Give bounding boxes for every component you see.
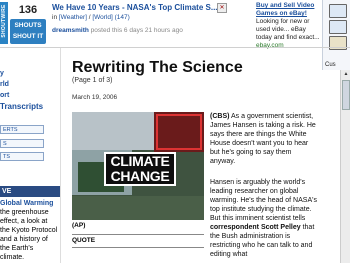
p1-text: As a government scientist, James Hansen … (210, 113, 316, 165)
username-link[interactable]: dreamsmith (52, 27, 89, 34)
photo-ground (72, 196, 204, 220)
global-warming-text: the greenhouse effect, a look at the Kyo… (0, 209, 58, 261)
ad-body: Looking for new or used vide... eBay tod… (256, 18, 320, 41)
meta-in: in (52, 14, 58, 21)
global-warming-blurb: Global Warming the greenhouse effect, a … (0, 199, 58, 262)
source-label: (CBS) (210, 113, 230, 120)
close-icon[interactable]: ✕ (217, 3, 227, 13)
story-user-line: dreamsmith posted this 6 days 21 hours a… (52, 27, 183, 34)
search-icon[interactable] (329, 4, 347, 18)
side-tab-label: SHOUTWIRE (1, 4, 7, 38)
climate-change-logo: CLIMATE CHANGE (104, 152, 176, 186)
article-page-info: (Page 1 of 3) (72, 77, 113, 84)
transcripts-heading[interactable]: Transcripts (0, 102, 43, 111)
ad-title[interactable]: Buy and Sell Video Games on eBay! (256, 2, 320, 18)
posted-time: posted this 6 days 21 hours ago (90, 27, 183, 34)
sidebar-section-header: VE (0, 186, 60, 197)
sidebar-box-3[interactable]: TS (0, 152, 44, 161)
p2-text-a: Hansen is arguably the world's leading r… (210, 179, 317, 222)
story-title-link[interactable]: We Have 10 Years - NASA's Top Climate S.… (52, 3, 218, 12)
sidebar-item-3[interactable]: ort (0, 92, 9, 99)
article-title: Rewriting The Science (72, 59, 243, 76)
left-sidebar: y rld ort Transcripts ERTS S TS VE Globa… (0, 48, 61, 263)
article-paragraph-2: Hansen is arguably the world's leading r… (210, 178, 318, 259)
article-main: Rewriting The Science (Page 1 of 3) Marc… (62, 48, 322, 263)
correspondent-name: correspondent Scott Pelley (210, 224, 301, 231)
sidebar-box-2[interactable]: S (0, 139, 44, 148)
shoutwire-bar: SHOUTWIRE 136 SHOUTS SHOUT IT We Have 10 … (0, 0, 350, 49)
story-meta: in [Weather] / [World] (147) (52, 14, 130, 21)
customize-label[interactable]: Cus (325, 62, 336, 68)
sponsored-ad[interactable]: Buy and Sell Video Games on eBay! Lookin… (256, 2, 320, 50)
shoutwire-side-tab[interactable]: SHOUTWIRE (0, 2, 8, 44)
scrollbar-thumb[interactable] (342, 80, 350, 110)
browser-side-toolbar (322, 0, 350, 70)
sidebar-box-1[interactable]: ERTS (0, 125, 44, 134)
vote-count: 136 (10, 2, 46, 18)
vertical-scrollbar[interactable]: ▲ (340, 70, 350, 263)
article-paragraph-1: (CBS) As a government scientist, James H… (210, 112, 318, 166)
photo-red-grid (156, 114, 202, 150)
category-world-link[interactable]: [World] (92, 14, 112, 21)
category-weather-link[interactable]: [Weather] (59, 14, 87, 21)
article-date: March 19, 2006 (72, 94, 118, 101)
logo-text-1: CLIMATE (110, 153, 170, 169)
scroll-up-arrow-icon[interactable]: ▲ (342, 70, 350, 78)
vote-box: 136 SHOUTS SHOUT IT (10, 2, 46, 44)
logo-text-2: CHANGE (110, 168, 170, 184)
comment-count[interactable]: (147) (115, 14, 130, 21)
sidebar-item-1[interactable]: y (0, 70, 4, 77)
mail-icon[interactable] (329, 20, 347, 34)
quote-section-header: QUOTE (72, 234, 204, 248)
sidebar-item-2[interactable]: rld (0, 81, 9, 88)
climate-change-photo: CLIMATE CHANGE (72, 112, 204, 220)
global-warming-link[interactable]: Global Warming (0, 200, 53, 207)
shout-it-button[interactable]: SHOUTS SHOUT IT (10, 19, 46, 44)
photo-caption: (AP) (72, 222, 86, 229)
